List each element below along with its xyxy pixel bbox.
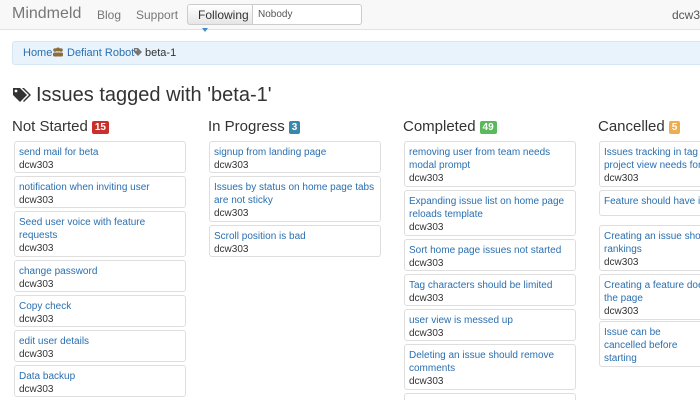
issue-card[interactable]: signup from landing page dcw303	[209, 141, 381, 173]
issue-title-link[interactable]: send mail for beta	[19, 146, 181, 159]
brand-logo[interactable]: Mindmeld	[12, 5, 81, 23]
issue-owner: dcw303	[604, 257, 639, 268]
breadcrumb-current-tag: beta-1	[145, 47, 177, 59]
issue-owner: dcw303	[19, 349, 54, 360]
breadcrumb: Home Defiant Robot beta-1	[12, 41, 700, 65]
column-heading-in-progress: In Progress 3	[208, 118, 301, 135]
page-title: Issues tagged with 'beta-1'	[36, 84, 272, 106]
issue-title-link[interactable]: Scroll position is bad	[214, 230, 376, 243]
issue-owner: dcw303	[409, 222, 444, 233]
issue-owner: dcw303	[409, 376, 444, 387]
issue-card[interactable]: change password dcw303	[14, 260, 186, 292]
breadcrumb-project[interactable]: Defiant Robot	[67, 47, 134, 59]
tags-icon	[13, 88, 31, 102]
issue-title-link[interactable]: Tag characters should be limited	[409, 279, 571, 292]
issue-card[interactable]: send mail for beta dcw303	[14, 141, 186, 173]
issue-title-link[interactable]: Creating an issue sho rankings	[604, 230, 700, 256]
caret-down-icon	[202, 27, 208, 32]
issue-card[interactable]: Issue can be cancelled before starting d…	[599, 321, 700, 367]
issue-owner: dcw303	[409, 293, 444, 304]
issue-title-link[interactable]: Copy check	[19, 300, 181, 313]
issue-card[interactable]: Sort home page issues not started dcw303	[404, 239, 576, 271]
issue-title-link[interactable]: Issue can be cancelled before starting	[604, 326, 700, 365]
issue-card[interactable]: Expanding issue list on home page reload…	[404, 190, 576, 236]
issue-card[interactable]: Tag characters should be limited dcw303	[404, 274, 576, 306]
issue-title-link[interactable]: Data backup	[19, 370, 181, 383]
issue-card[interactable]: Feature should have i	[599, 190, 700, 216]
column-heading-not-started: Not Started 15	[12, 118, 109, 135]
issue-card[interactable]: Deleting an issue should remove comments…	[404, 344, 576, 390]
issue-card[interactable]: Creating a feature doe the page dcw303	[599, 274, 700, 320]
column-title: Completed	[403, 118, 476, 135]
issue-title-link[interactable]: removing user from team needs modal prom…	[409, 146, 571, 172]
tag-icon	[134, 48, 142, 56]
column-heading-cancelled: Cancelled 5	[598, 118, 681, 135]
column-title: In Progress	[208, 118, 285, 135]
issue-owner: dcw303	[19, 384, 54, 395]
issue-card[interactable]: removing user from team needs modal prom…	[404, 141, 576, 187]
following-dropdown-button[interactable]: Following	[187, 4, 253, 32]
issue-title-link[interactable]: Seed user voice with feature requests	[19, 216, 181, 242]
group-icon	[53, 47, 63, 57]
count-badge: 15	[91, 120, 109, 134]
issue-owner: dcw303	[409, 328, 444, 339]
issue-card[interactable]: Issues tracking in tag project view need…	[599, 141, 700, 187]
issue-owner: dcw303	[604, 306, 639, 317]
issue-owner: dcw303	[214, 160, 249, 171]
issue-card[interactable]: Creating an issue sho rankings dcw303	[599, 225, 700, 271]
issue-title-link[interactable]: Deleting an issue should remove comments	[409, 349, 571, 375]
issue-card[interactable]: Issues by status on home page tabs are n…	[209, 176, 381, 222]
issue-title-link[interactable]: Expanding issue list on home page reload…	[409, 195, 571, 221]
issue-title-link[interactable]: Issues by status on home page tabs are n…	[214, 181, 376, 207]
issue-card[interactable]: edit user details dcw303	[14, 330, 186, 362]
issue-owner: dcw303	[19, 195, 54, 206]
issue-card-partial[interactable]	[404, 393, 576, 400]
issue-title-link[interactable]: notification when inviting user	[19, 181, 181, 194]
column-title: Cancelled	[598, 118, 665, 135]
nav-link-blog[interactable]: Blog	[97, 8, 121, 22]
issue-owner: dcw303	[214, 244, 249, 255]
issue-card[interactable]: Scroll position is bad dcw303	[209, 225, 381, 257]
issue-title-link[interactable]: user view is messed up	[409, 314, 571, 327]
issue-card[interactable]: Data backup dcw303	[14, 365, 186, 397]
following-label: Following	[198, 8, 249, 22]
issue-title-link[interactable]: change password	[19, 265, 181, 278]
nav-link-support[interactable]: Support	[136, 8, 178, 22]
count-badge: 49	[479, 120, 497, 134]
issue-card[interactable]: Seed user voice with feature requests dc…	[14, 211, 186, 257]
issue-title-link[interactable]: signup from landing page	[214, 146, 376, 159]
count-badge: 5	[668, 120, 681, 134]
issue-owner: dcw303	[19, 160, 54, 171]
issue-title-link[interactable]: Creating a feature doe the page	[604, 279, 700, 305]
user-menu[interactable]: dcw303	[672, 8, 700, 22]
issue-owner: dcw303	[409, 173, 444, 184]
issue-owner: dcw303	[19, 243, 54, 254]
user-filter-input[interactable]	[253, 4, 362, 25]
issue-title-link[interactable]: edit user details	[19, 335, 181, 348]
issue-owner: dcw303	[409, 258, 444, 269]
breadcrumb-home[interactable]: Home	[23, 47, 52, 59]
column-title: Not Started	[12, 118, 88, 135]
issue-title-link[interactable]: Issues tracking in tag project view need…	[604, 146, 700, 172]
issue-owner: dcw303	[214, 208, 249, 219]
issue-owner: dcw303	[19, 314, 54, 325]
issue-title-link[interactable]: Sort home page issues not started	[409, 244, 571, 257]
issue-card[interactable]: notification when inviting user dcw303	[14, 176, 186, 208]
issue-owner: dcw303	[19, 279, 54, 290]
issue-title-link[interactable]: Feature should have i	[604, 195, 700, 208]
issue-card[interactable]: Copy check dcw303	[14, 295, 186, 327]
count-badge: 3	[288, 120, 301, 134]
top-navbar: Mindmeld Blog Support Following dcw303	[0, 0, 700, 32]
issue-owner: dcw303	[604, 173, 639, 184]
issue-card[interactable]: user view is messed up dcw303	[404, 309, 576, 341]
issue-owner: dcw303	[604, 365, 696, 366]
column-heading-completed: Completed 49	[403, 118, 497, 135]
